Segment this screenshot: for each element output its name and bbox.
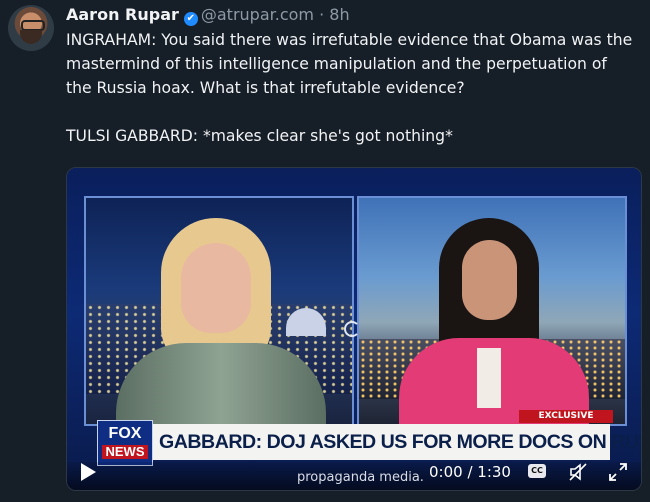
guest-face [462, 240, 517, 320]
verified-badge-icon: ✔ [183, 12, 198, 26]
post-body: INGRAHAM: You said there was irrefutable… [66, 28, 636, 148]
mute-glyph [569, 463, 587, 481]
host-face [181, 243, 251, 333]
guest-shirt [477, 348, 501, 408]
separator-dot: · [314, 5, 330, 24]
captions-icon[interactable]: CC [528, 464, 546, 478]
mute-icon[interactable] [567, 461, 589, 483]
news-chyron: GABBARD: DOJ ASKED US FOR MORE DOCS ON R… [97, 424, 641, 460]
post-time[interactable]: 8h [329, 5, 349, 24]
video-right-panel [357, 196, 627, 426]
author-name[interactable]: Aaron Rupar [66, 5, 179, 24]
logo-line-1: FOX [108, 425, 142, 442]
video-left-panel [84, 196, 354, 426]
loading-spinner-icon [344, 321, 360, 337]
fullscreen-icon[interactable] [607, 461, 629, 483]
author-avatar[interactable] [8, 5, 54, 51]
author-handle[interactable]: @atrupar.com [201, 5, 314, 24]
avatar-beard [20, 30, 42, 44]
fullscreen-glyph [609, 463, 627, 481]
host-blouse [116, 343, 326, 424]
post-header: Aaron Rupar ✔ @atrupar.com · 8h [66, 4, 350, 26]
post-paragraph: INGRAHAM: You said there was irrefutable… [66, 31, 633, 97]
video-time: 0:00 / 1:30 [429, 463, 511, 481]
video-controls: 0:00 / 1:30 CC [67, 456, 641, 490]
exclusive-badge: EXCLUSIVE [519, 410, 613, 423]
play-icon[interactable] [81, 463, 96, 481]
post-paragraph: TULSI GABBARD: *makes clear she's got no… [66, 127, 453, 145]
embedded-video[interactable]: EXCLUSIVE GABBARD: DOJ ASKED US FOR MORE… [66, 167, 642, 491]
